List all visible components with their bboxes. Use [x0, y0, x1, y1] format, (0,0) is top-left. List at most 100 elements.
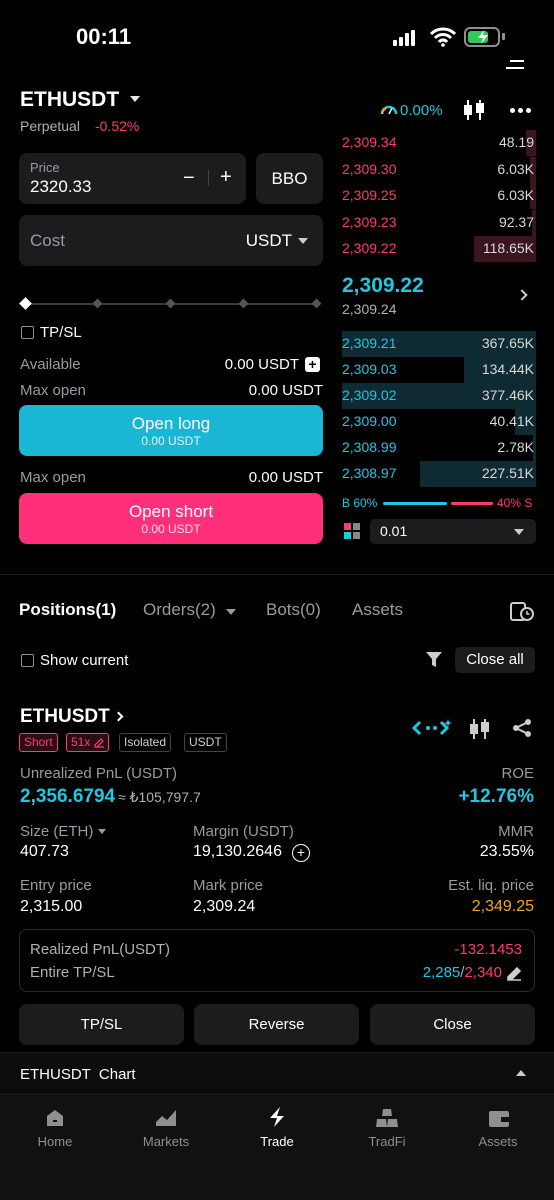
bid-row[interactable]: 2,309.00 40.41K: [342, 409, 536, 435]
margin-mode-badge: Isolated: [119, 733, 172, 752]
realized-pnl-value: -132.1453: [454, 941, 522, 958]
nav-tradfi-label: TradFi: [368, 1134, 406, 1149]
open-long-sub: 0.00 USDT: [141, 434, 201, 448]
sell-ratio: 40% S: [497, 496, 533, 510]
tab-bots[interactable]: Bots(0): [266, 600, 321, 620]
amount-slider[interactable]: [19, 297, 322, 310]
show-current-label: Show current: [40, 652, 129, 669]
share-icon[interactable]: [512, 718, 532, 738]
bbo-button[interactable]: BBO: [256, 153, 323, 204]
chevron-right-icon[interactable]: [113, 711, 124, 722]
leverage-badge[interactable]: 51x: [66, 733, 110, 752]
side-badge: Short: [19, 733, 58, 752]
open-long-label: Open long: [131, 414, 211, 433]
bid-row[interactable]: 2,308.97 227.51K: [342, 461, 536, 487]
funding-rate[interactable]: 0.00%: [400, 102, 443, 119]
menu-icon[interactable]: [506, 60, 524, 70]
ratio-bar: [383, 502, 493, 505]
chevron-down-icon[interactable]: [298, 238, 308, 244]
size-label[interactable]: Size (ETH): [20, 823, 93, 840]
nav-trade[interactable]: Trade: [232, 1107, 322, 1149]
ask-price: 2,309.30: [342, 160, 397, 177]
reverse-button[interactable]: Reverse: [194, 1004, 359, 1045]
available-value: 0.00 USDT: [224, 356, 299, 373]
bid-row[interactable]: 2,309.21 367.65K: [342, 331, 536, 357]
price-input[interactable]: Price 2320.33 − +: [19, 153, 246, 204]
nav-assets-label: Assets: [478, 1134, 518, 1149]
last-price[interactable]: 2,309.22: [342, 274, 424, 298]
price-value[interactable]: 2320.33: [30, 177, 91, 197]
bid-qty: 227.51K: [481, 465, 534, 481]
edit-icon[interactable]: [507, 966, 522, 981]
nav-tradfi[interactable]: TradFi: [342, 1108, 432, 1149]
filter-icon[interactable]: [425, 651, 443, 668]
tp-value: 2,285: [422, 964, 461, 981]
bid-price: 2,309.00: [342, 413, 397, 429]
show-current-checkbox[interactable]: [21, 654, 34, 667]
ask-price: 2,309.25: [342, 187, 397, 203]
more-icon[interactable]: [510, 108, 532, 114]
cost-unit[interactable]: USDT: [246, 231, 292, 251]
ask-row[interactable]: 2,309.34 48.19: [342, 130, 536, 156]
open-short-button[interactable]: Open short 0.00 USDT: [19, 493, 323, 544]
gold-bars-icon: [376, 1109, 398, 1127]
ask-qty: 6.03K: [497, 187, 534, 203]
nav-assets[interactable]: Assets: [453, 1108, 543, 1149]
share-link-icon[interactable]: [412, 718, 452, 738]
chevron-down-icon[interactable]: [226, 609, 236, 615]
bid-qty: 40.41K: [489, 413, 534, 429]
bid-row[interactable]: 2,309.03 134.44K: [342, 357, 536, 383]
nav-markets[interactable]: Markets: [121, 1108, 211, 1149]
precision-select[interactable]: 0.01: [370, 519, 536, 544]
price-increment-button[interactable]: +: [220, 166, 232, 189]
mark-price: 2,309.24: [342, 301, 397, 317]
realized-pnl-panel: Realized PnL(USDT) -132.1453 Entire TP/S…: [19, 929, 535, 992]
size-value: 407.73: [20, 843, 69, 860]
bid-price: 2,309.02: [342, 387, 397, 403]
pair-title[interactable]: ETHUSDT: [20, 88, 119, 112]
chart-toggle-bar[interactable]: ETHUSDT Chart: [0, 1052, 554, 1092]
liq-price-value: 2,349.25: [471, 898, 534, 915]
close-position-button[interactable]: Close: [370, 1004, 535, 1045]
tab-positions[interactable]: Positions(1): [19, 600, 116, 620]
bid-row[interactable]: 2,308.99 2.78K: [342, 435, 536, 461]
realized-pnl-label: Realized PnL(USDT): [30, 941, 171, 958]
candlestick-icon[interactable]: [469, 718, 491, 740]
transfer-plus-icon[interactable]: +: [305, 357, 320, 372]
cost-input[interactable]: Cost USDT: [19, 215, 323, 266]
chevron-down-icon[interactable]: [98, 829, 106, 834]
ask-row[interactable]: 2,309.22 118.65K: [342, 236, 536, 262]
chevron-right-icon[interactable]: [516, 289, 528, 301]
ask-row[interactable]: 2,309.25 6.03K: [342, 183, 536, 209]
position-symbol[interactable]: ETHUSDT: [20, 706, 110, 728]
candlestick-icon[interactable]: [462, 98, 486, 122]
chevron-down-icon[interactable]: [130, 96, 140, 102]
add-margin-icon[interactable]: +: [292, 844, 310, 862]
bid-qty: 367.65K: [481, 335, 534, 351]
close-all-button[interactable]: Close all: [455, 647, 535, 673]
open-long-button[interactable]: Open long 0.00 USDT: [19, 405, 323, 456]
coin-badge: USDT: [184, 733, 227, 752]
chart-bar-label: ETHUSDT Chart: [20, 1066, 136, 1083]
bid-row[interactable]: 2,309.02 377.46K: [342, 383, 536, 409]
nav-home[interactable]: Home: [10, 1108, 100, 1149]
orderbook-layout-icon[interactable]: [344, 523, 360, 539]
ask-row[interactable]: 2,309.23 92.37: [342, 209, 536, 236]
bid-price: 2,309.21: [342, 335, 397, 351]
chevron-up-icon[interactable]: [516, 1070, 526, 1076]
ask-qty: 48.19: [498, 134, 534, 150]
mark-price-value: 2,309.24: [193, 898, 256, 915]
available-label: Available: [20, 356, 81, 373]
tpsl-checkbox[interactable]: [21, 326, 34, 339]
price-decrement-button[interactable]: −: [183, 167, 195, 190]
tab-assets[interactable]: Assets: [352, 600, 403, 620]
history-icon[interactable]: [510, 600, 534, 622]
gauge-icon: [380, 105, 398, 115]
liq-price-label: Est. liq. price: [448, 877, 534, 894]
tpsl-button[interactable]: TP/SL: [19, 1004, 184, 1045]
entry-price-label: Entry price: [20, 877, 92, 894]
tab-orders[interactable]: Orders(2): [143, 600, 216, 620]
tpsl-values[interactable]: 2,285/2,340: [423, 964, 502, 981]
home-icon: [47, 1110, 63, 1126]
ask-row[interactable]: 2,309.30 6.03K: [342, 156, 536, 183]
